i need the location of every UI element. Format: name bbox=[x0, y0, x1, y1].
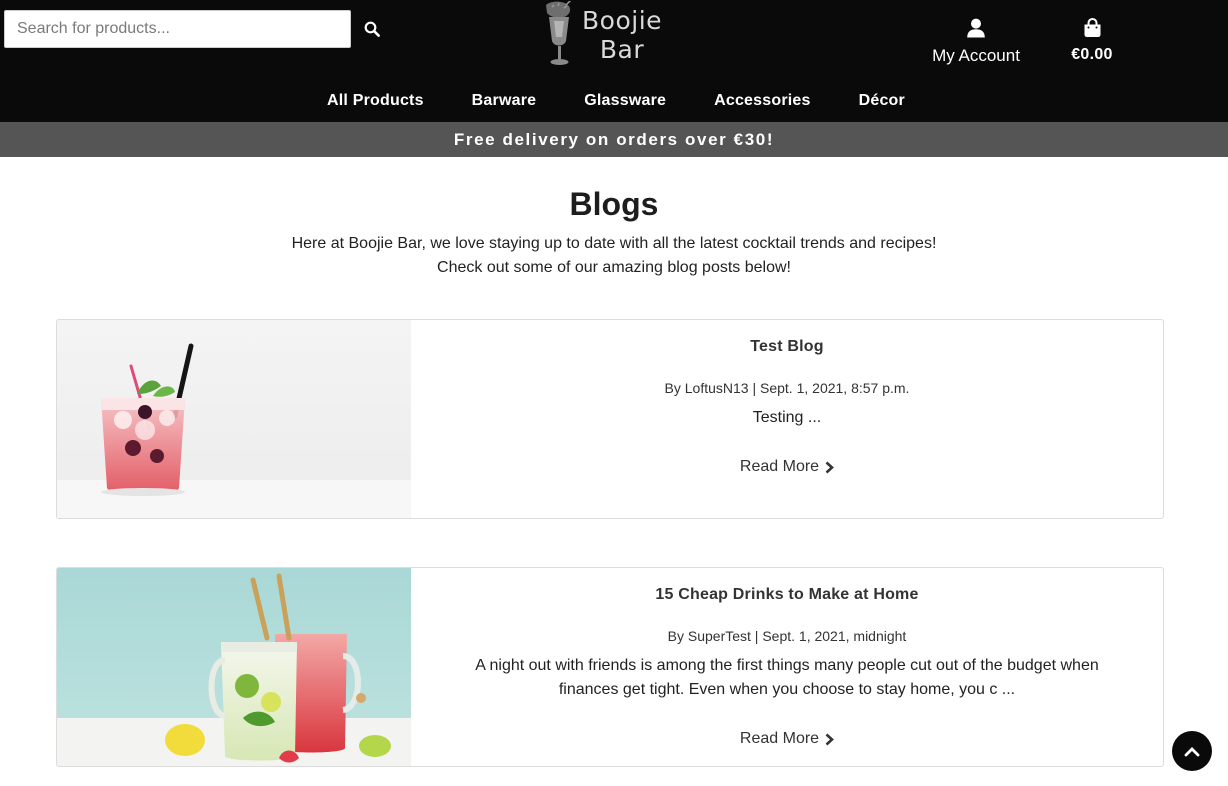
cart-total: €0.00 bbox=[1071, 46, 1113, 63]
blog-post-excerpt: A night out with friends is among the fi… bbox=[475, 657, 1099, 698]
cart-link[interactable]: €0.00 bbox=[1060, 18, 1124, 64]
blog-post-body: 15 Cheap Drinks to Make at Home By Super… bbox=[411, 568, 1163, 766]
my-account-label: My Account bbox=[932, 46, 1020, 65]
logo-wordmark: Boojie Bar bbox=[582, 6, 662, 64]
search-input[interactable] bbox=[4, 10, 351, 48]
mason-jar-drinks-photo-image bbox=[57, 568, 411, 766]
intro-line-2: Check out some of our amazing blog posts… bbox=[437, 259, 791, 276]
blog-post-card: Test Blog By LoftusN13 | Sept. 1, 2021, … bbox=[56, 319, 1164, 519]
nav-item-barware[interactable]: Barware bbox=[448, 88, 561, 114]
shopping-bag-icon bbox=[1084, 18, 1100, 37]
nav-item-decor[interactable]: Décor bbox=[835, 88, 929, 114]
nav-item-accessories[interactable]: Accessories bbox=[690, 88, 835, 114]
logo-line-1: Boojie bbox=[582, 6, 663, 35]
search-icon bbox=[364, 21, 380, 37]
blog-post-body: Test Blog By LoftusN13 | Sept. 1, 2021, … bbox=[411, 320, 1163, 518]
my-account-link[interactable]: My Account bbox=[922, 18, 1030, 66]
read-more-label: Read More bbox=[739, 730, 820, 747]
read-more-link[interactable]: Read More bbox=[411, 730, 1163, 748]
blog-post-meta: By SuperTest | Sept. 1, 2021, midnight bbox=[667, 628, 907, 644]
delivery-banner: Free delivery on orders over €30! bbox=[0, 122, 1228, 157]
user-icon bbox=[967, 18, 985, 38]
logo-line-2: Bar bbox=[599, 35, 645, 64]
chevron-up-icon bbox=[1184, 746, 1200, 756]
page-intro: Here at Boojie Bar, we love staying up t… bbox=[0, 232, 1228, 280]
blog-post-title[interactable]: 15 Cheap Drinks to Make at Home bbox=[411, 586, 1163, 604]
chevron-right-icon bbox=[825, 733, 835, 745]
search-form bbox=[4, 10, 391, 48]
main-nav: All Products Barware Glassware Accessori… bbox=[0, 88, 1228, 114]
blog-post-image[interactable] bbox=[57, 320, 411, 518]
cocktail-photo-image bbox=[57, 320, 411, 518]
nav-item-all-products[interactable]: All Products bbox=[299, 88, 448, 114]
blog-post-image[interactable] bbox=[57, 568, 411, 766]
blog-post-title[interactable]: Test Blog bbox=[411, 338, 1163, 356]
chevron-right-icon bbox=[825, 461, 835, 473]
site-header: Boojie Bar My Account €0.00 All Products… bbox=[0, 0, 1228, 122]
back-to-top-button[interactable] bbox=[1172, 731, 1212, 771]
blog-post-card: 15 Cheap Drinks to Make at Home By Super… bbox=[56, 567, 1164, 767]
delivery-banner-text: Free delivery on orders over €30! bbox=[453, 129, 775, 149]
blog-post-excerpt: Testing ... bbox=[752, 409, 822, 426]
cocktail-glass-logo-icon bbox=[546, 1, 572, 65]
site-logo[interactable]: Boojie Bar bbox=[540, 0, 670, 70]
search-button[interactable] bbox=[353, 10, 391, 48]
page-title: Blogs bbox=[569, 186, 659, 222]
read-more-link[interactable]: Read More bbox=[411, 458, 1163, 476]
read-more-label: Read More bbox=[739, 458, 820, 475]
blog-post-meta: By LoftusN13 | Sept. 1, 2021, 8:57 p.m. bbox=[664, 380, 910, 396]
nav-item-glassware[interactable]: Glassware bbox=[560, 88, 690, 114]
intro-line-1: Here at Boojie Bar, we love staying up t… bbox=[291, 235, 937, 252]
